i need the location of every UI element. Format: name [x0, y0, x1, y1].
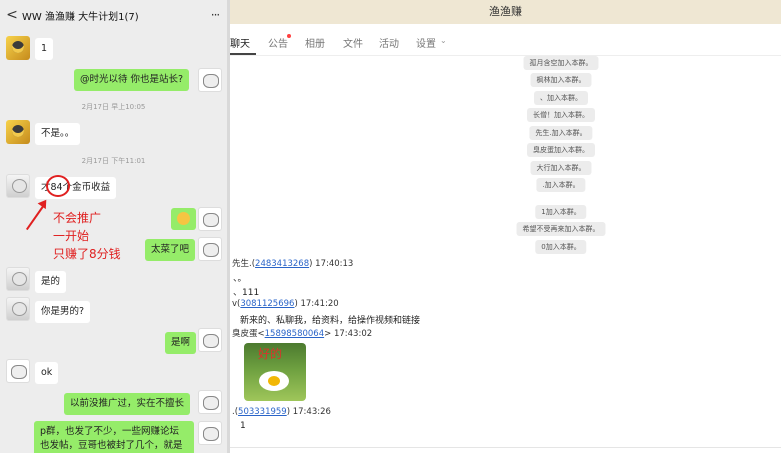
sender-name: 先生.: [232, 259, 252, 269]
sender-qq-link[interactable]: 503331959: [238, 407, 287, 417]
system-notice: 臭皮蛋加入本群。: [527, 143, 595, 157]
chat-title: WW 渔渔赚 大牛计划1(7): [22, 11, 139, 23]
avatar[interactable]: [198, 421, 222, 445]
message-bubble[interactable]: p群，也发了不少，一些网赚论坛也发帖，豆哥也被封了几个，就是: [34, 421, 194, 453]
more-options-icon[interactable]: ···: [203, 8, 227, 22]
message-bubble[interactable]: 是啊: [165, 332, 197, 354]
annotation-line-2: 一开始: [53, 229, 90, 243]
avatar[interactable]: [6, 174, 30, 198]
tab-settings[interactable]: 设置: [416, 35, 436, 50]
group-tabs: 聊天 公告 相册 文件 活动 设置 ⌄: [230, 30, 781, 56]
annotation-line-1: 不会推广: [53, 211, 102, 225]
tab-files[interactable]: 文件: [343, 35, 363, 50]
message-sender: 先生.(2483413268) 17:40:13: [232, 259, 354, 269]
tab-chat[interactable]: 聊天: [230, 35, 250, 50]
mobile-chat-header: < WW 渔渔赚 大牛计划1(7) ···: [0, 0, 227, 30]
desktop-group-panel: 渔渔赚 聊天 公告 相册 文件 活动 设置 ⌄ 孤月含空加入本群。 枫林加入本群…: [230, 0, 781, 453]
system-notice: 大行加入本群。: [530, 161, 592, 175]
sender-qq-link[interactable]: 3081125696: [240, 299, 294, 309]
system-notice: 1加入本群。: [535, 205, 587, 219]
sender-name: .: [232, 407, 235, 417]
message-bubble[interactable]: 你是男的?: [35, 301, 91, 323]
message-time: 17:43:02: [333, 329, 373, 339]
message-bubble[interactable]: 以前没推广过，实在不擅长: [64, 393, 191, 415]
message-time: 17:41:20: [300, 299, 339, 309]
smile-emoji-icon: [177, 212, 190, 225]
tab-album[interactable]: 相册: [305, 35, 325, 50]
avatar[interactable]: [6, 267, 30, 291]
system-notice: 希望不受再来加入本群。: [516, 222, 606, 236]
active-tab-underline: [230, 53, 256, 55]
annotation-line-3: 只赚了8分钱: [53, 247, 121, 261]
avatar[interactable]: [6, 120, 30, 144]
chevron-down-icon[interactable]: ⌄: [440, 36, 447, 45]
annotation-arrow-line: [25, 204, 45, 231]
timestamp: 2月17日 早上10:05: [81, 103, 146, 111]
message-text: 、。: [233, 274, 247, 284]
avatar[interactable]: [6, 359, 30, 383]
message-text: 、111: [233, 288, 260, 298]
system-notice: 0加入本群。: [535, 240, 587, 254]
sender-name: 臭皮蛋<: [232, 329, 265, 339]
avatar[interactable]: [198, 68, 222, 92]
message-text: 新来的、私聊我，给资料，给操作视频和链接: [240, 316, 421, 326]
tab-announcement[interactable]: 公告: [268, 35, 288, 50]
avatar[interactable]: [6, 36, 30, 60]
avatar[interactable]: [6, 297, 30, 321]
message-bubble[interactable]: @时光以待 你也是站长?: [74, 69, 190, 91]
avatar[interactable]: [198, 390, 222, 414]
message-sender: .(503331959) 17:43:26: [232, 407, 331, 417]
system-notice: 、加入本群。: [534, 91, 588, 105]
system-notice: 先生.加入本群。: [529, 126, 593, 140]
flower-sticker-image[interactable]: 好的: [244, 343, 306, 401]
avatar[interactable]: [198, 207, 222, 231]
timestamp: 2月17日 下午11:01: [81, 157, 146, 165]
unread-dot: [287, 34, 291, 38]
system-notice: 枫林加入本群。: [530, 73, 592, 87]
message-sender: 臭皮蛋<15898580064> 17:43:02: [232, 329, 373, 339]
back-arrow-icon[interactable]: <: [2, 7, 22, 23]
system-notice: 长僧！加入本群。: [527, 108, 595, 122]
group-title-bar: 渔渔赚: [230, 0, 781, 24]
input-area-divider: [230, 447, 781, 448]
avatar[interactable]: [198, 328, 222, 352]
message-bubble[interactable]: 1: [35, 38, 54, 60]
message-time: 17:40:13: [315, 259, 354, 269]
message-bubble[interactable]: 太菜了吧: [145, 239, 196, 261]
message-bubble[interactable]: ok: [35, 362, 59, 384]
system-notice: .加入本群。: [536, 178, 586, 192]
emoji-message[interactable]: [171, 208, 196, 230]
sender-qq-link[interactable]: 15898580064: [265, 329, 325, 339]
message-bubble[interactable]: 不是。。: [35, 123, 81, 145]
sender-name: v: [232, 299, 238, 309]
message-bubble[interactable]: 是的: [35, 271, 67, 293]
message-sender: v(3081125696) 17:41:20: [232, 299, 339, 309]
sender-qq-link[interactable]: 2483413268: [255, 259, 309, 269]
message-text: 1: [240, 421, 246, 431]
highlight-circle: [46, 175, 70, 197]
message-time: 17:43:26: [292, 407, 331, 417]
system-notice: 孤月含空加入本群。: [523, 56, 599, 70]
tab-activity[interactable]: 活动: [379, 35, 399, 50]
sticker-caption: 好的: [258, 347, 283, 361]
mobile-chat-panel: < WW 渔渔赚 大牛计划1(7) ··· 1 @时光以待 你也是站长? 2月1…: [0, 0, 227, 453]
avatar[interactable]: [198, 237, 222, 261]
daisy-center: [268, 376, 280, 386]
